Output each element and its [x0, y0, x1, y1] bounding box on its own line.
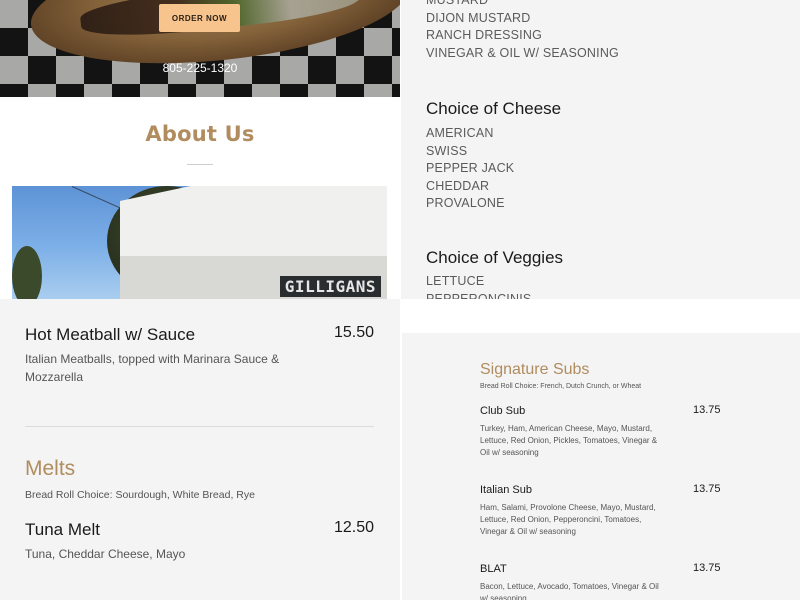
option-item: SWISS	[426, 143, 468, 158]
option-item: CHEDDAR	[426, 178, 490, 193]
veggies-heading: Choice of Veggies	[426, 248, 564, 267]
option-item: PEPPER JACK	[426, 161, 515, 176]
menu-item-price: 15.50	[333, 324, 374, 341]
option-item: PEPPERONCINIS	[426, 291, 532, 299]
melts-bread-note: Bread Roll Choice: Sourdough, White Brea…	[25, 489, 255, 501]
menu-item-description: Italian Meatballs, topped with Marinara …	[25, 352, 280, 384]
menu-item-description: Tuna, Cheddar Cheese, Mayo	[25, 547, 186, 561]
signature-subs-panel	[400, 299, 800, 600]
heading-divider	[187, 164, 213, 165]
sauce-options-list: MUSTARD DIJON MUSTARD RANCH DRESSING VIN…	[426, 0, 619, 62]
option-item: PROVALONE	[426, 196, 505, 211]
storefront-sign: GILLIGANS	[279, 276, 381, 297]
menu-item-name: Tuna Melt	[25, 520, 100, 539]
melts-heading: Melts	[25, 457, 76, 480]
option-item: LETTUCE	[426, 274, 485, 288]
hero-about-panel: ORDER NOW 805-225-1320 About Us GILLIGAN…	[0, 0, 400, 299]
options-panel: MUSTARD DIJON MUSTARD RANCH DRESSING VIN…	[401, 0, 800, 299]
order-now-button[interactable]: ORDER NOW	[159, 4, 240, 32]
option-item: MUSTARD	[426, 0, 489, 7]
option-item: DIJON MUSTARD	[426, 10, 531, 25]
section-divider	[25, 426, 374, 427]
menu-panel: Hot Meatball w/ Sauce 15.50 Italian Meat…	[0, 299, 400, 600]
cheese-options-list: AMERICAN SWISS PEPPER JACK CHEDDAR PROVA…	[426, 125, 514, 213]
option-item: VINEGAR & OIL W/ SEASONING	[426, 45, 619, 60]
tree-left	[12, 246, 42, 299]
hero-banner-image: ORDER NOW 805-225-1320	[0, 0, 400, 97]
menu-item-price: 12.50	[333, 519, 374, 536]
cheese-heading: Choice of Cheese	[426, 99, 562, 118]
menu-item-name: Hot Meatball w/ Sauce	[25, 325, 196, 344]
signature-card	[402, 333, 800, 600]
phone-number[interactable]: 805-225-1320	[0, 61, 400, 75]
storefront-photo: GILLIGANS	[12, 186, 387, 299]
veggie-options-list: LETTUCE PEPPERONCINIS	[426, 273, 531, 299]
option-item: RANCH DRESSING	[426, 28, 543, 43]
option-item: AMERICAN	[426, 126, 494, 140]
about-us-heading: About Us	[145, 122, 255, 146]
